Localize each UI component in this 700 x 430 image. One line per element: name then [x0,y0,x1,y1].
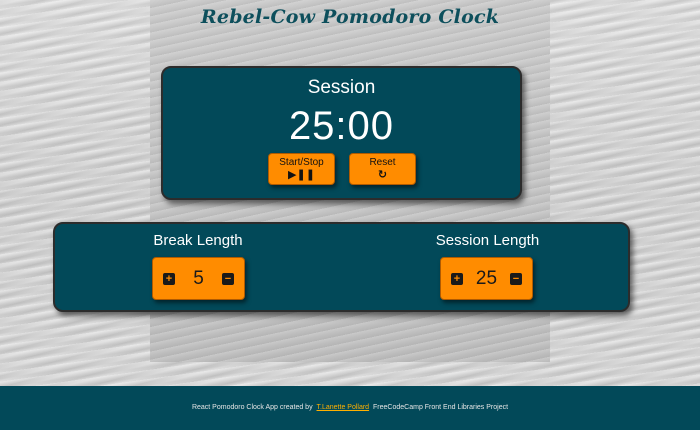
break-length-stepper: + 5 − [152,257,245,300]
footer-prefix: React Pomodoro Clock App created by [191,404,313,411]
session-length-value: 25 [475,267,498,289]
start-stop-label: Start/Stop [279,157,324,168]
app-title: Rebel-Cow Pomodoro Clock [200,6,500,28]
reset-button[interactable]: Reset ↻ [349,153,416,185]
session-increment-button[interactable]: + [451,272,463,285]
session-length-stepper: + 25 − [440,257,533,300]
author-link[interactable]: T.Lanette Pollard [317,404,370,411]
session-length-label: Session Length [435,232,540,249]
refresh-icon: ↻ [377,169,388,181]
play-pause-icon: ▶❚❚ [288,169,315,181]
break-length-value: 5 [193,267,204,289]
reset-label: Reset [369,157,396,168]
break-length-label: Break Length [153,232,243,249]
break-increment-button[interactable]: + [163,272,175,285]
start-stop-button[interactable]: Start/Stop ▶❚❚ [268,153,335,185]
session-label: Session [307,77,376,98]
footer-suffix: FreeCodeCamp Front End Libraries Project [373,404,509,411]
lengths-card: Break Length + 5 − Session Length + 25 − [53,222,630,312]
timer-display: 25:00 [288,104,395,148]
session-card: Session 25:00 Start/Stop ▶❚❚ Reset ↻ [161,66,522,200]
break-decrement-button[interactable]: − [221,272,234,285]
footer: React Pomodoro Clock App created by T.La… [0,386,700,430]
session-decrement-button[interactable]: − [509,272,522,285]
